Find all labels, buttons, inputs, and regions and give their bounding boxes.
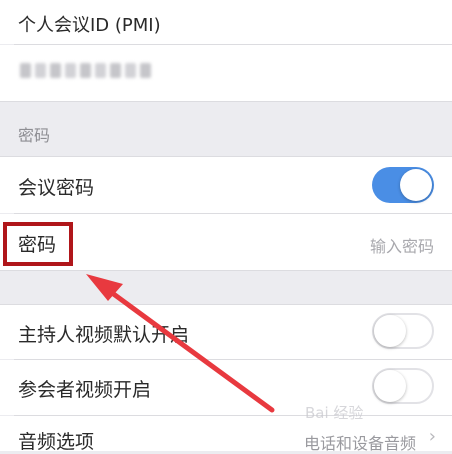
watermark-text: Bai 经验 (305, 404, 364, 422)
annotation-arrow-icon (86, 274, 275, 413)
meeting-settings-screen: 个人会议ID (PMI) 密码 会议密码 密码 输入密码 主持人视频默认开启 参… (0, 0, 452, 453)
